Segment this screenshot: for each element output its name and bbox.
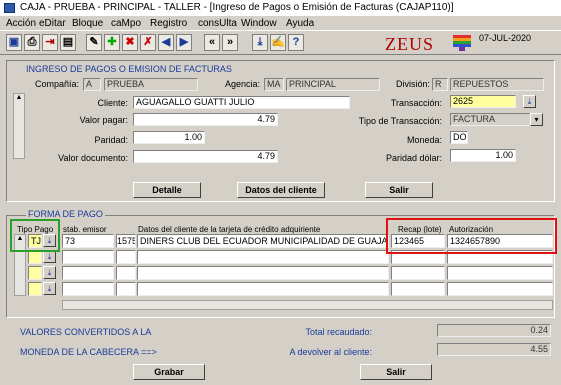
next-icon[interactable]: ▶: [176, 34, 192, 51]
emisor-cell[interactable]: [62, 282, 114, 296]
menu-consulta[interactable]: consUlta: [198, 17, 237, 30]
datos-cell[interactable]: [137, 282, 389, 296]
previous-icon[interactable]: ◀: [158, 34, 174, 51]
devolver-field: 4.55: [437, 343, 551, 356]
autorizacion-cell[interactable]: [447, 266, 553, 280]
autorizacion-cell[interactable]: [447, 282, 553, 296]
codigo-cell[interactable]: [116, 250, 136, 264]
emisor-header: stab. emisor: [63, 225, 107, 234]
compania-code-field[interactable]: A: [83, 78, 101, 91]
tipo-pago-cell[interactable]: [28, 250, 42, 264]
menu-bar: Acción eDitar Bloque caMpo Registro cons…: [0, 16, 561, 31]
division-label: División:: [395, 79, 430, 89]
paridad-field[interactable]: 1.00: [133, 131, 205, 144]
chevron-down-icon[interactable]: ▾: [530, 113, 543, 126]
toolbar: ▣ ⎙ ⇥ ▤ ✎ ✚ ✖ ✗ ◀ ▶ « » ⤓ ✍ ?: [0, 31, 561, 55]
menu-registro[interactable]: Registro: [150, 17, 187, 30]
brand-logo: ZEUS: [385, 34, 434, 54]
paridad-label: Paridad:: [94, 135, 128, 145]
codigo-cell[interactable]: [116, 266, 136, 280]
moneda-field[interactable]: DO: [450, 131, 468, 144]
recap-cell[interactable]: [391, 282, 445, 296]
datos-cliente-button[interactable]: Datos del cliente: [237, 182, 325, 198]
grabar-button[interactable]: Grabar: [133, 364, 205, 380]
delete-record-icon[interactable]: ✖: [122, 34, 138, 51]
total-recaudado-label: Total recaudado:: [305, 327, 372, 337]
paridad-dolar-label: Paridad dólar:: [385, 153, 442, 163]
transaccion-field[interactable]: 2625: [450, 95, 516, 108]
menu-accion[interactable]: Acción: [6, 17, 36, 30]
codigo-cell[interactable]: [116, 282, 136, 296]
tipo-pago-lov-button[interactable]: ⤓: [43, 266, 56, 279]
payment-section-title: FORMA DE PAGO: [26, 209, 105, 219]
agencia-label: Agencia:: [224, 79, 260, 89]
first-record-icon[interactable]: «: [204, 34, 220, 51]
window-titlebar: CAJA - PRUEBA - PRINCIPAL - TALLER - [In…: [0, 0, 561, 16]
tipo-pago-lov-button[interactable]: ⤓: [43, 282, 56, 295]
app-icon: [4, 3, 15, 13]
valor-pagar-label: Valor pagar:: [79, 115, 128, 125]
menu-bloque[interactable]: Bloque: [72, 17, 103, 30]
paridad-dolar-field[interactable]: 1.00: [450, 149, 516, 162]
header-scrollbar[interactable]: ▲: [13, 93, 25, 159]
moneda-cabecera-label: MONEDA DE LA CABECERA ==>: [20, 347, 157, 357]
datos-cell[interactable]: [137, 250, 389, 264]
compania-label: Compañía:: [34, 79, 79, 89]
tipo-transaccion-select[interactable]: FACTURA: [450, 113, 532, 126]
valor-pagar-field[interactable]: 4.79: [133, 113, 278, 126]
window-title: CAJA - PRUEBA - PRINCIPAL - TALLER - [In…: [20, 2, 454, 13]
codigo-cell[interactable]: 1575: [116, 234, 136, 248]
total-recaudado-field: 0.24: [437, 324, 551, 337]
print-icon[interactable]: ⎙: [24, 34, 40, 51]
edit-icon[interactable]: ✎: [86, 34, 102, 51]
exit-icon[interactable]: ⇥: [42, 34, 58, 51]
save-icon[interactable]: ▣: [6, 34, 22, 51]
emisor-cell[interactable]: [62, 266, 114, 280]
last-record-icon[interactable]: »: [222, 34, 238, 51]
date-label: 07-JUL-2020: [479, 33, 532, 43]
division-name-field[interactable]: REPUESTOS: [450, 78, 544, 91]
recap-cell[interactable]: [391, 266, 445, 280]
payment-horizontal-scrollbar[interactable]: [62, 300, 553, 310]
valores-convertidos-label: VALORES CONVERTIDOS A LA: [20, 327, 152, 337]
tipo-pago-highlight: [10, 219, 60, 252]
cliente-field[interactable]: AGUAGALLO GUATTI JULIO: [133, 96, 350, 109]
tipo-transaccion-label: Tipo de Transacción:: [358, 116, 442, 126]
cliente-label: Cliente:: [97, 98, 128, 108]
section-title: INGRESO DE PAGOS O EMISION DE FACTURAS: [26, 64, 232, 74]
datos-header: Datos del cliente de la tarjeta de crédi…: [138, 225, 321, 234]
tipo-pago-cell[interactable]: [28, 266, 42, 280]
salir-bottom-button[interactable]: Salir: [360, 364, 432, 380]
agencia-code-field[interactable]: MA: [264, 78, 284, 91]
menu-campo[interactable]: caMpo: [111, 17, 141, 30]
division-code-field[interactable]: R: [432, 78, 448, 91]
devolver-label: A devolver al cliente:: [289, 347, 372, 357]
agencia-name-field[interactable]: PRINCIPAL: [286, 78, 380, 91]
salir-top-button[interactable]: Salir: [365, 182, 433, 198]
compania-name-field[interactable]: PRUEBA: [104, 78, 198, 91]
valor-documento-field[interactable]: 4.79: [133, 150, 278, 163]
moneda-label: Moneda:: [406, 135, 442, 145]
datos-cell[interactable]: [137, 266, 389, 280]
remove-icon[interactable]: ✗: [140, 34, 156, 51]
menu-ayuda[interactable]: Ayuda: [286, 17, 314, 30]
emisor-cell[interactable]: [62, 250, 114, 264]
rainbow-logo-icon: [453, 35, 471, 51]
insert-record-icon[interactable]: ✚: [104, 34, 120, 51]
detalle-button[interactable]: Detalle: [133, 182, 201, 198]
valor-documento-label: Valor documento:: [58, 153, 128, 163]
menu-editar[interactable]: eDitar: [39, 17, 66, 30]
transaccion-label: Transacción:: [390, 98, 442, 108]
scroll-up-icon[interactable]: ▲: [14, 94, 24, 102]
transaccion-lov-button[interactable]: ⤓: [523, 95, 536, 108]
download-icon[interactable]: ⤓: [252, 34, 268, 51]
clear-icon[interactable]: ▤: [60, 34, 76, 51]
menu-window[interactable]: Window: [241, 17, 277, 30]
help-icon[interactable]: ?: [288, 34, 304, 51]
datos-cell[interactable]: DINERS CLUB DEL ECUADOR MUNICIPALIDAD DE…: [137, 234, 389, 248]
recap-autorizacion-highlight: [386, 218, 557, 254]
tipo-pago-cell[interactable]: [28, 282, 42, 296]
emisor-cell[interactable]: 73: [62, 234, 114, 248]
pen-icon[interactable]: ✍: [270, 34, 286, 51]
